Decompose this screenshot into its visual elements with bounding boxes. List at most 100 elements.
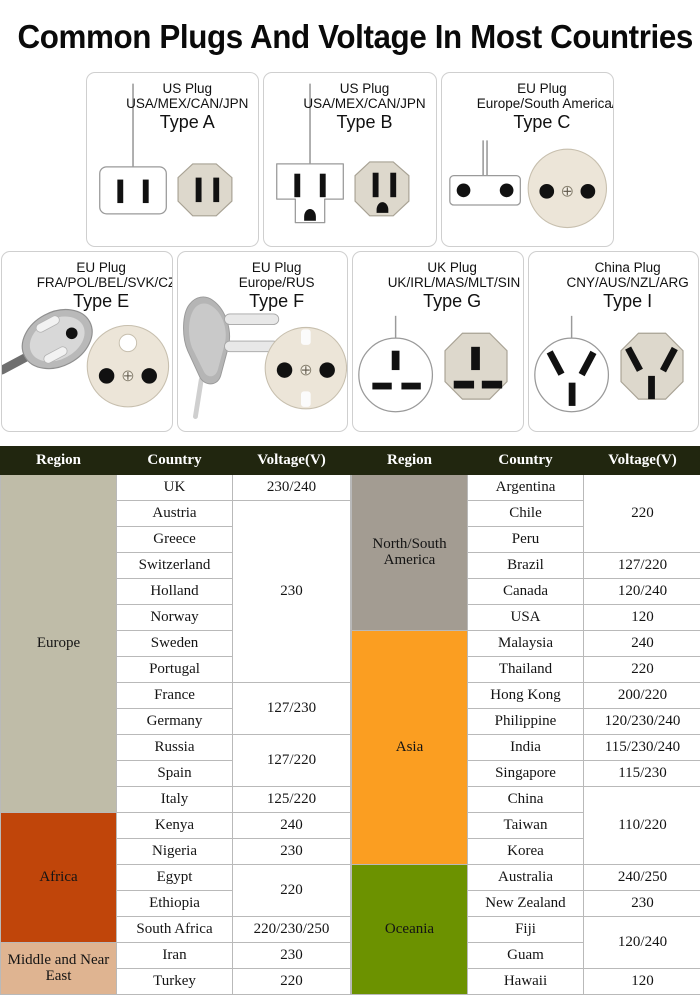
country-cell: UK (117, 475, 233, 501)
country-cell: Korea (468, 839, 584, 865)
table-row: Middle and Near EastIran230 (1, 943, 351, 969)
country-cell: Guam (468, 943, 584, 969)
voltage-cell: 230 (233, 501, 351, 683)
country-cell: New Zealand (468, 891, 584, 917)
plug-name: US Plug (299, 81, 429, 96)
voltage-cell: 127/220 (584, 553, 700, 579)
plug-countries: Europe/South America/Asia (477, 96, 607, 111)
plug-countries: CNY/AUS/NZL/ARG (563, 275, 692, 290)
voltage-cell: 115/230 (584, 761, 700, 787)
plug-card-type-b-text: US Plug USA/MEX/CAN/JPN Type B (299, 81, 429, 132)
plug-countries: UK/IRL/MAS/MLT/SIN (388, 275, 517, 290)
header-country: Country (117, 447, 233, 475)
plug-type: Type G (388, 291, 517, 311)
plug-type: Type A (122, 112, 252, 132)
voltage-cell: 230 (233, 943, 351, 969)
region-cell: North/South America (352, 475, 468, 631)
country-cell: Australia (468, 865, 584, 891)
table-body-right: North/South AmericaArgentina220ChilePeru… (352, 475, 700, 995)
table-row: EuropeUK230/240 (1, 475, 351, 501)
country-cell: Kenya (117, 813, 233, 839)
voltage-cell: 230 (584, 891, 700, 917)
plug-card-type-e-text: EU Plug FRA/POL/BEL/SVK/CZE Type E (37, 260, 166, 311)
country-cell: Nigeria (117, 839, 233, 865)
country-cell: Iran (117, 943, 233, 969)
plug-card-type-f-text: EU Plug Europe/RUS Type F (212, 260, 341, 311)
header-region: Region (1, 447, 117, 475)
voltage-cell: 220 (233, 969, 351, 995)
table-row: AsiaMalaysia240 (352, 631, 700, 657)
country-cell: Portugal (117, 657, 233, 683)
voltage-cell: 120/240 (584, 579, 700, 605)
plug-name: EU Plug (37, 260, 166, 275)
voltage-cell: 220 (233, 865, 351, 917)
voltage-cell: 120 (584, 969, 700, 995)
country-cell: China (468, 787, 584, 813)
country-cell: Ethiopia (117, 891, 233, 917)
plug-type: Type I (563, 291, 692, 311)
country-cell: Chile (468, 501, 584, 527)
voltage-cell: 220 (584, 657, 700, 683)
region-cell: Middle and Near East (1, 943, 117, 995)
table-row: OceaniaAustralia240/250 (352, 865, 700, 891)
plug-card-type-c-text: EU Plug Europe/South America/Asia Type C (477, 81, 607, 132)
country-cell: Philippine (468, 709, 584, 735)
plug-type: Type B (299, 112, 429, 132)
country-cell: Fiji (468, 917, 584, 943)
plug-card-type-g-text: UK Plug UK/IRL/MAS/MLT/SIN Type G (388, 260, 517, 311)
country-cell: Hawaii (468, 969, 584, 995)
region-cell: Europe (1, 475, 117, 813)
table-body-left: EuropeUK230/240Austria230GreeceSwitzerla… (1, 475, 351, 995)
country-cell: Argentina (468, 475, 584, 501)
country-cell: Hong Kong (468, 683, 584, 709)
voltage-cell: 110/220 (584, 787, 700, 865)
country-cell: Switzerland (117, 553, 233, 579)
plug-card-type-b: US Plug USA/MEX/CAN/JPN Type B (263, 72, 436, 247)
plug-name: EU Plug (212, 260, 341, 275)
voltage-table-left: Region Country Voltage(V) EuropeUK230/24… (0, 446, 351, 995)
voltage-cell: 240 (233, 813, 351, 839)
plug-card-type-a-text: US Plug USA/MEX/CAN/JPN Type A (122, 81, 252, 132)
voltage-cell: 127/220 (233, 735, 351, 787)
country-cell: Thailand (468, 657, 584, 683)
voltage-tables: Region Country Voltage(V) EuropeUK230/24… (0, 446, 700, 995)
voltage-cell: 220 (584, 475, 700, 553)
table-header-row: Region Country Voltage(V) (352, 447, 700, 475)
voltage-cell: 220/230/250 (233, 917, 351, 943)
country-cell: Austria (117, 501, 233, 527)
country-cell: Spain (117, 761, 233, 787)
plug-name: EU Plug (477, 81, 607, 96)
voltage-cell: 120/240 (584, 917, 700, 969)
table-header-row: Region Country Voltage(V) (1, 447, 351, 475)
header-voltage: Voltage(V) (233, 447, 351, 475)
region-cell: Oceania (352, 865, 468, 995)
plug-card-type-e: EU Plug FRA/POL/BEL/SVK/CZE Type E (1, 251, 173, 432)
voltage-cell: 230 (233, 839, 351, 865)
voltage-cell: 125/220 (233, 787, 351, 813)
voltage-cell: 240/250 (584, 865, 700, 891)
plug-card-type-i: China Plug CNY/AUS/NZL/ARG Type I (528, 251, 700, 432)
country-cell: India (468, 735, 584, 761)
plug-name: US Plug (122, 81, 252, 96)
country-cell: Canada (468, 579, 584, 605)
plug-card-type-g: UK Plug UK/IRL/MAS/MLT/SIN Type G (352, 251, 524, 432)
plug-countries: USA/MEX/CAN/JPN (122, 96, 252, 111)
plug-card-type-c: EU Plug Europe/South America/Asia Type C (441, 72, 614, 247)
country-cell: Germany (117, 709, 233, 735)
plug-type: Type C (477, 112, 607, 132)
plug-card-type-a: US Plug USA/MEX/CAN/JPN Type A (86, 72, 259, 247)
region-cell: Asia (352, 631, 468, 865)
country-cell: Turkey (117, 969, 233, 995)
voltage-cell: 120/230/240 (584, 709, 700, 735)
voltage-cell: 230/240 (233, 475, 351, 501)
plug-countries: FRA/POL/BEL/SVK/CZE (37, 275, 166, 290)
country-cell: South Africa (117, 917, 233, 943)
plug-card-type-i-text: China Plug CNY/AUS/NZL/ARG Type I (563, 260, 692, 311)
voltage-cell: 200/220 (584, 683, 700, 709)
plug-type: Type E (37, 291, 166, 311)
plug-name: UK Plug (388, 260, 517, 275)
voltage-cell: 120 (584, 605, 700, 631)
plug-name: China Plug (563, 260, 692, 275)
voltage-cell: 115/230/240 (584, 735, 700, 761)
country-cell: Singapore (468, 761, 584, 787)
